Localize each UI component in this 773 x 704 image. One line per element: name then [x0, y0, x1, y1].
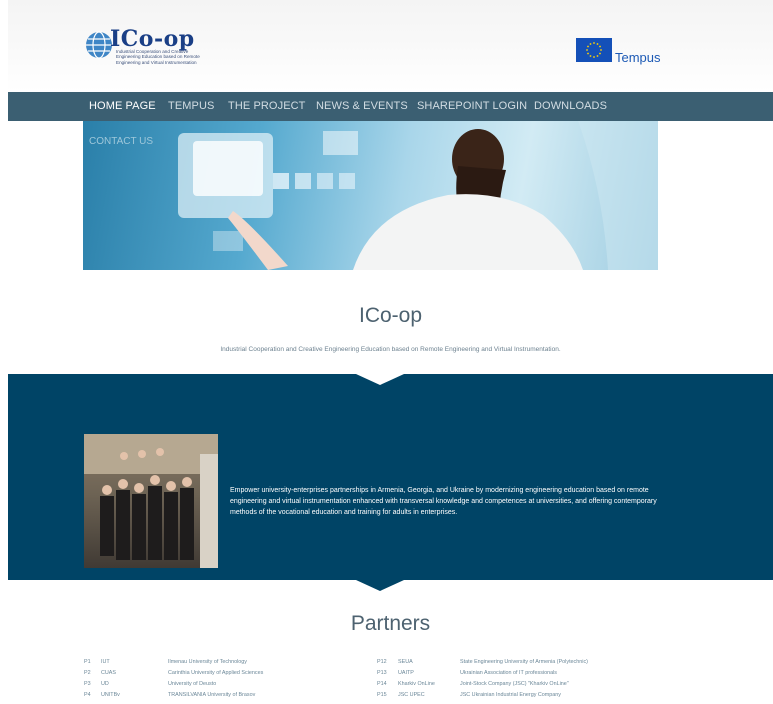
- site-header: ICo-op Industrial Cooperation and Creati…: [8, 0, 773, 92]
- partner-abbr: UD: [101, 681, 109, 687]
- partner-id: P12: [377, 659, 387, 665]
- partner-name[interactable]: Ukrainian Association of IT professional…: [460, 670, 557, 676]
- nav-tempus[interactable]: TEMPUS: [168, 100, 214, 112]
- partner-id: P15: [377, 692, 387, 698]
- partner-abbr: SEUA: [398, 659, 413, 665]
- partner-id: P3: [84, 681, 91, 687]
- partner-name[interactable]: Ilmenau University of Technology: [168, 659, 247, 665]
- partner-name[interactable]: University of Deusto: [168, 681, 216, 687]
- partner-id: P13: [377, 670, 387, 676]
- partner-name[interactable]: State Engineering University of Armenia …: [460, 659, 588, 665]
- nav-home-page[interactable]: HOME PAGE: [89, 100, 156, 112]
- partner-name[interactable]: TRANSILVANIA University of Brasov: [168, 692, 255, 698]
- section-arrow-bottom: [356, 580, 404, 591]
- nav-contact-us[interactable]: CONTACT US: [89, 136, 153, 147]
- partner-abbr: CUAS: [101, 670, 116, 676]
- nav-news-events[interactable]: NEWS & EVENTS: [316, 100, 408, 112]
- tempus-label: Tempus: [615, 50, 661, 65]
- team-photo: [84, 434, 218, 568]
- intro-title: ICo-op: [358, 304, 423, 327]
- partner-abbr: UAITP: [398, 670, 414, 676]
- main-nav: HOME PAGE TEMPUS THE PROJECT NEWS & EVEN…: [8, 92, 773, 121]
- partner-id: P2: [84, 670, 91, 676]
- logo-subtitle: Industrial Cooperation and Creative Engi…: [116, 49, 200, 65]
- page-frame: ICo-op Industrial Cooperation and Creati…: [8, 0, 773, 704]
- partner-id: P14: [377, 681, 387, 687]
- mission-text: Empower university-enterprises partnersh…: [230, 487, 657, 516]
- partner-abbr: JSC UPEC: [398, 692, 425, 698]
- section-arrow-top: [356, 374, 404, 385]
- eu-flag-icon: [576, 38, 612, 62]
- mission-section: Empower university-enterprises partnersh…: [8, 374, 773, 591]
- partner-id: P1: [84, 659, 91, 665]
- partner-abbr: Kharkiv OnLine: [398, 681, 435, 687]
- nav-the-project[interactable]: THE PROJECT: [228, 100, 306, 112]
- partner-name[interactable]: Carinthia University of Applied Sciences: [168, 670, 263, 676]
- partners-title: Partners: [350, 612, 431, 635]
- partner-abbr: IUT: [101, 659, 110, 665]
- hero-banner: CONTACT US: [83, 121, 658, 270]
- nav-sharepoint-login[interactable]: SHAREPOINT LOGIN: [417, 100, 527, 112]
- partner-name[interactable]: JSC Ukrainian Industrial Energy Company: [460, 692, 561, 698]
- nav-downloads[interactable]: DOWNLOADS: [534, 100, 607, 112]
- hero-image: [178, 121, 658, 270]
- partner-abbr: UNITBv: [101, 692, 120, 698]
- ico-op-logo[interactable]: ICo-op Industrial Cooperation and Creati…: [84, 26, 204, 70]
- partner-id: P4: [84, 692, 91, 698]
- partner-name[interactable]: Joint-Stock Company (JSC) "Kharkiv OnLin…: [460, 681, 569, 687]
- intro-text: Industrial Cooperation and Creative Engi…: [220, 346, 561, 353]
